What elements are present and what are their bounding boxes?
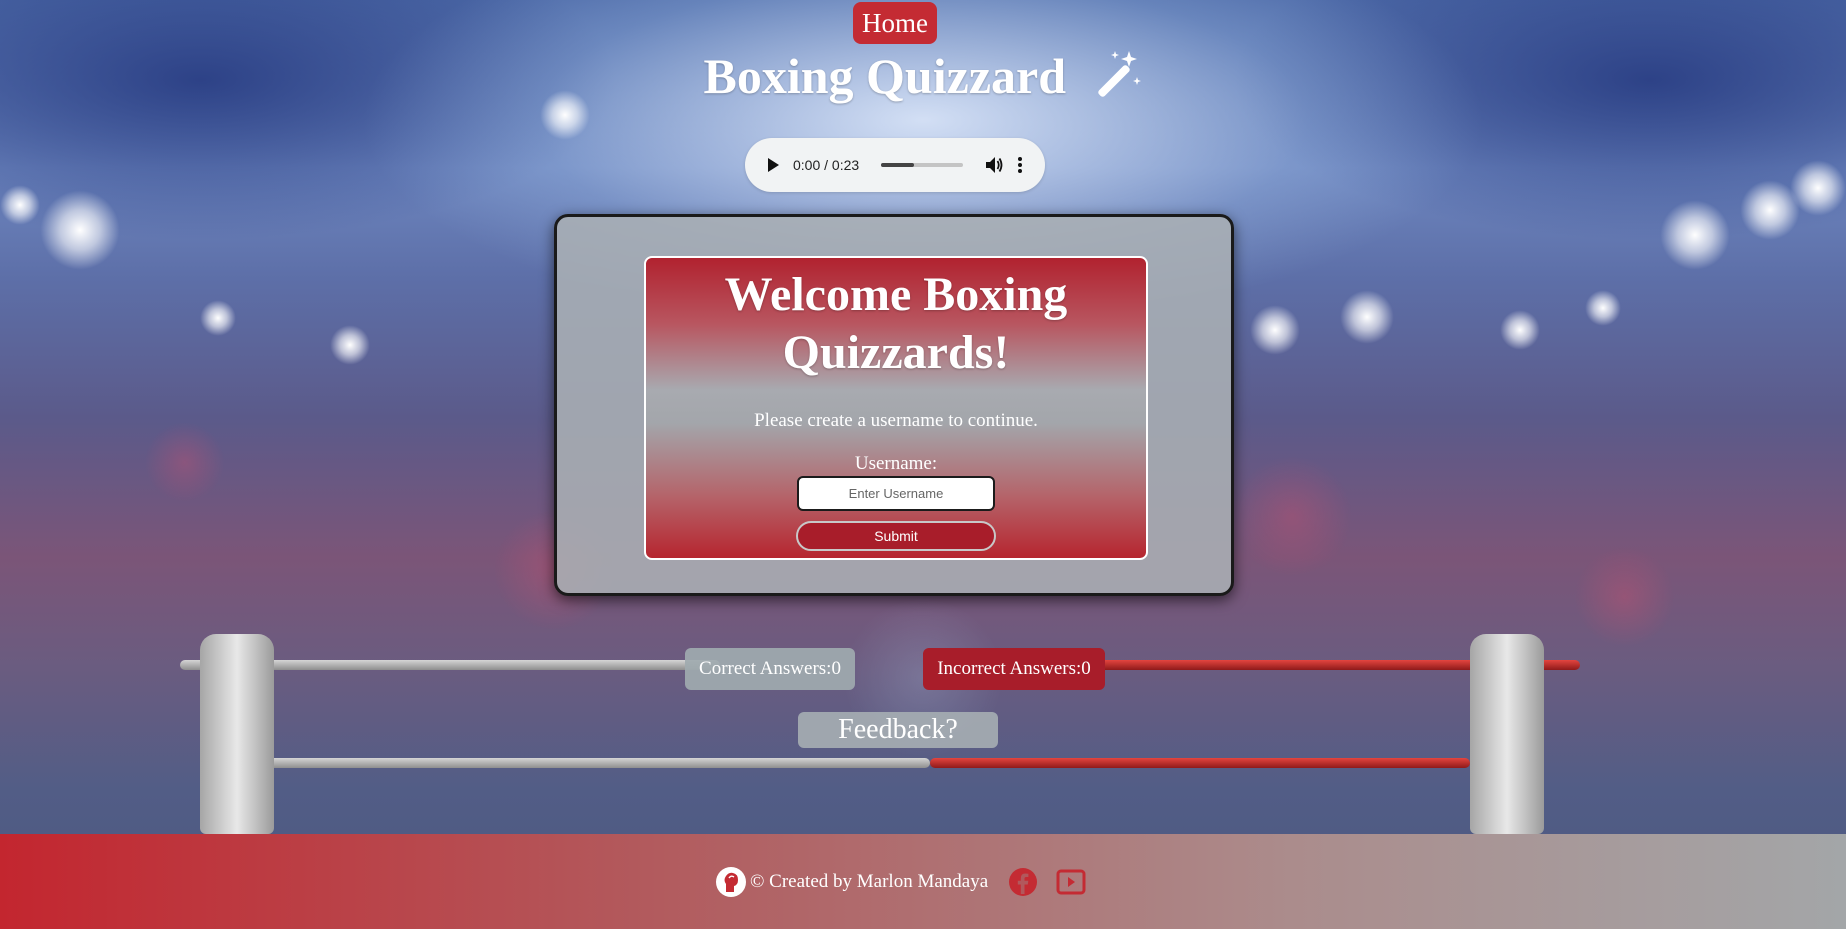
facebook-icon[interactable]: [1008, 867, 1038, 897]
arena-light: [1250, 305, 1300, 355]
magic-wand-icon: [1089, 47, 1143, 116]
username-label: Username:: [854, 453, 938, 474]
ring-rope: [230, 758, 930, 768]
welcome-card: Welcome Boxing Quizzards! Please create …: [644, 256, 1148, 560]
arena-light: [1740, 180, 1800, 240]
ring-rope: [180, 660, 720, 670]
arena-light: [0, 185, 40, 225]
welcome-heading: Welcome Boxing Quizzards!: [724, 268, 1068, 379]
arena-light: [1660, 200, 1730, 270]
footer-credit-row: © Created by Marlon Mandaya: [716, 866, 1086, 898]
submit-button[interactable]: Submit: [796, 521, 996, 551]
feedback-button[interactable]: Feedback?: [798, 712, 998, 748]
arena-light: [200, 300, 236, 336]
incorrect-answers-counter: Incorrect Answers:0: [923, 648, 1105, 690]
arena-light: [1500, 310, 1540, 350]
username-input[interactable]: [797, 476, 995, 511]
youtube-icon[interactable]: [1056, 867, 1086, 897]
arena-light: [1340, 290, 1394, 344]
arena-light: [40, 190, 120, 270]
correct-answers-counter: Correct Answers:0: [685, 648, 855, 690]
audio-seek-slider[interactable]: [881, 163, 963, 167]
page-title: Boxing Quizzard: [0, 44, 1846, 116]
welcome-prompt: Please create a username to continue.: [754, 410, 1038, 431]
audio-time: 0:00 / 0:23: [793, 157, 860, 173]
volume-icon[interactable]: [985, 156, 1003, 174]
audio-seek-progress: [881, 163, 914, 167]
arena-light: [1585, 290, 1621, 326]
ring-corner-post: [1470, 634, 1544, 834]
arena-light: [330, 325, 370, 365]
page-title-text: Boxing Quizzard: [703, 48, 1067, 104]
ring-rope: [930, 758, 1470, 768]
audio-player: 0:00 / 0:23: [745, 138, 1045, 192]
home-button[interactable]: Home: [853, 2, 937, 44]
ring-rope: [1100, 660, 1580, 670]
more-options-icon[interactable]: [1017, 156, 1023, 174]
boxing-glove-logo-icon: [716, 867, 746, 897]
play-icon[interactable]: [765, 157, 781, 173]
footer-credit: © Created by Marlon Mandaya: [750, 871, 989, 892]
arena-light: [1790, 160, 1846, 216]
ring-corner-post: [200, 634, 274, 834]
footer: © Created by Marlon Mandaya: [0, 834, 1846, 929]
